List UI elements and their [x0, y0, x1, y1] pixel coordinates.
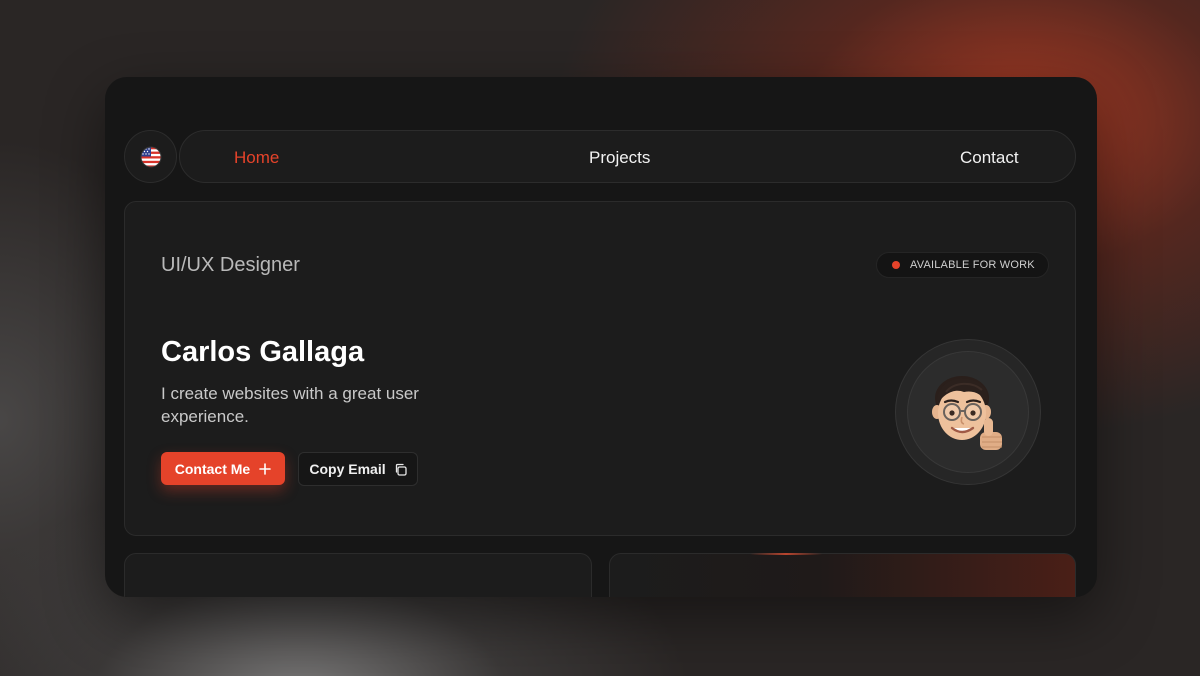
- portfolio-window: Home Projects Contact UI/UX Designer AVA…: [105, 77, 1097, 597]
- nav-link-contact[interactable]: Contact: [960, 131, 1019, 184]
- role-title: UI/UX Designer: [161, 254, 300, 276]
- secondary-card-left: [124, 553, 592, 597]
- nav-link-home[interactable]: Home: [234, 131, 279, 184]
- tagline: I create websites with a great user expe…: [161, 384, 419, 426]
- status-dot-icon: [892, 261, 900, 269]
- avatar-frame: [895, 339, 1041, 485]
- memoji-thumbs-up-avatar: [932, 376, 1002, 450]
- secondary-card-right: [609, 553, 1076, 597]
- contact-me-button[interactable]: Contact Me: [161, 452, 285, 485]
- contact-me-label: Contact Me: [174, 460, 251, 477]
- availability-text: AVAILABLE FOR WORK: [910, 259, 1035, 271]
- copy-email-label: Copy Email: [309, 461, 386, 477]
- nav-link-projects[interactable]: Projects: [589, 131, 650, 184]
- copy-icon: [395, 463, 407, 476]
- us-flag-icon: [140, 146, 161, 167]
- availability-badge: AVAILABLE FOR WORK: [876, 252, 1049, 278]
- main-navigation: Home Projects Contact: [179, 130, 1076, 183]
- person-name: Carlos Gallaga: [161, 336, 365, 368]
- hero-card: UI/UX Designer AVAILABLE FOR WORK Carlos…: [124, 201, 1076, 536]
- avatar: [907, 351, 1029, 473]
- plus-icon: [259, 462, 272, 475]
- language-switcher-button[interactable]: [124, 130, 177, 183]
- copy-email-button[interactable]: Copy Email: [298, 452, 418, 486]
- card-accent-line: [750, 553, 822, 555]
